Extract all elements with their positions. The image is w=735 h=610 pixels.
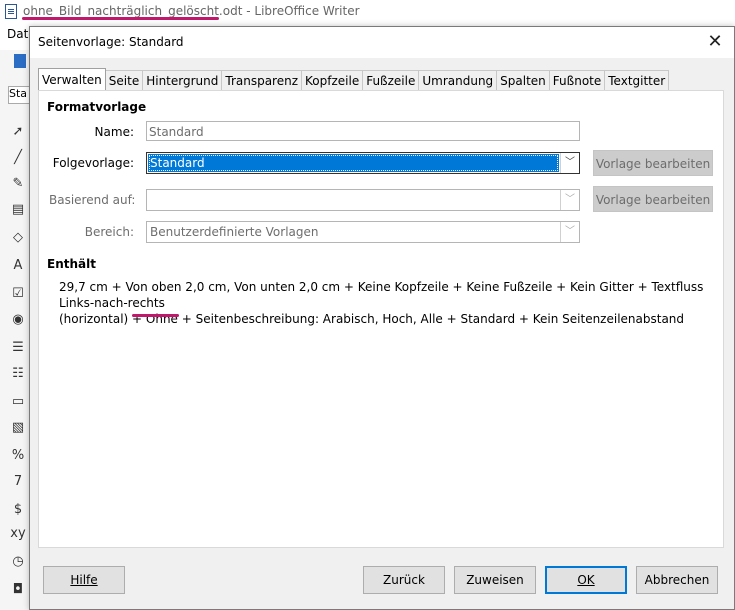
app-titlebar: ohne_Bild_nachträglich_gelöscht.odt - Li… bbox=[0, 0, 735, 24]
checkbox-icon[interactable]: ☑ bbox=[10, 286, 26, 302]
tab-kopfzeile[interactable]: Kopfzeile bbox=[302, 70, 364, 91]
verwalten-panel: Formatvorlage Name: Standard Folgevorlag… bbox=[38, 90, 724, 548]
app-title-suffix: - LibreOffice Writer bbox=[242, 4, 360, 18]
contains-line-1: 29,7 cm + Von oben 2,0 cm, Von unten 2,0… bbox=[59, 280, 704, 310]
time-icon[interactable]: ◷ bbox=[10, 554, 26, 570]
tab-spalten[interactable]: Spalten bbox=[497, 70, 550, 91]
tab-bar: Verwalten Seite Hintergrund Transparenz … bbox=[38, 68, 670, 91]
chevron-down-icon[interactable]: ﹀ bbox=[560, 222, 579, 242]
bereich-label: Bereich: bbox=[84, 225, 134, 239]
edit-style-button-2[interactable]: Vorlage bearbeiten bbox=[593, 186, 713, 212]
tab-seite[interactable]: Seite bbox=[105, 70, 144, 91]
pen-icon[interactable]: ✎ bbox=[10, 176, 26, 192]
help-button-label: Hilfe bbox=[70, 573, 98, 587]
bereich-value: Benutzerdefinierte Vorlagen bbox=[150, 225, 319, 239]
tag-icon[interactable]: ◇ bbox=[10, 230, 26, 246]
navigation-icon[interactable]: ◘ bbox=[10, 582, 26, 598]
basierend-label: Basierend auf: bbox=[49, 193, 136, 207]
close-icon[interactable]: ✕ bbox=[704, 31, 726, 53]
folgevorlage-select[interactable]: Standard ﹀ bbox=[146, 152, 580, 174]
text-field-icon[interactable]: A bbox=[10, 258, 26, 274]
back-button-label: Zurück bbox=[383, 573, 425, 587]
dialog-title: Seitenvorlage: Standard bbox=[38, 35, 184, 49]
tab-verwalten[interactable]: Verwalten bbox=[38, 68, 106, 91]
edit-style-button-1[interactable]: Vorlage bearbeiten bbox=[593, 150, 713, 176]
pointer-icon[interactable]: ➚ bbox=[10, 124, 26, 140]
paragraph-style-box[interactable]: Sta bbox=[8, 86, 30, 104]
percent-icon[interactable]: % bbox=[10, 448, 26, 464]
tab-fusszeile[interactable]: Fußzeile bbox=[363, 70, 420, 91]
tab-fussnote[interactable]: Fußnote bbox=[549, 70, 606, 91]
radio-icon[interactable]: ◉ bbox=[10, 312, 26, 328]
cancel-button-label: Abbrechen bbox=[644, 573, 710, 587]
date-icon[interactable]: 7 bbox=[10, 474, 26, 490]
app-title: ohne_Bild_nachträglich_gelöscht.odt - Li… bbox=[23, 4, 360, 18]
image-icon[interactable]: ▧ bbox=[10, 420, 26, 436]
ok-button[interactable]: OK bbox=[545, 566, 627, 594]
cancel-button[interactable]: Abbrechen bbox=[636, 566, 718, 594]
name-label: Name: bbox=[94, 125, 134, 139]
tab-textgitter[interactable]: Textgitter bbox=[605, 70, 670, 91]
dialog-titlebar: Seitenvorlage: Standard ✕ bbox=[30, 27, 734, 58]
combobox-icon[interactable]: ☷ bbox=[10, 366, 26, 382]
contains-text: 29,7 cm + Von oben 2,0 cm, Von unten 2,0… bbox=[59, 279, 719, 327]
folgevorlage-label: Folgevorlage: bbox=[52, 156, 134, 170]
pattern-icon[interactable]: xy bbox=[10, 526, 26, 542]
ohne-highlight-underline bbox=[132, 314, 179, 317]
line-icon[interactable]: ╱ bbox=[10, 150, 26, 166]
reset-button[interactable]: Zuweisen bbox=[454, 566, 536, 594]
help-button[interactable]: Hilfe bbox=[43, 566, 125, 594]
button-icon[interactable]: ▭ bbox=[10, 394, 26, 410]
tab-umrandung[interactable]: Umrandung bbox=[419, 70, 498, 91]
bereich-select[interactable]: Benutzerdefinierte Vorlagen ﹀ bbox=[146, 221, 580, 243]
chevron-down-icon[interactable]: ﹀ bbox=[560, 190, 579, 210]
page-style-dialog: Seitenvorlage: Standard ✕ Verwalten Seit… bbox=[29, 26, 735, 610]
filename-highlight-underline bbox=[22, 17, 219, 20]
name-input[interactable]: Standard bbox=[146, 121, 580, 141]
reset-button-label: Zuweisen bbox=[466, 573, 524, 587]
ok-button-label: OK bbox=[577, 573, 595, 587]
enthaelt-heading: Enthält bbox=[47, 257, 96, 271]
new-document-icon[interactable] bbox=[14, 54, 26, 68]
back-button[interactable]: Zurück bbox=[363, 566, 445, 594]
basierend-select[interactable]: ﹀ bbox=[146, 189, 580, 211]
currency-icon[interactable]: $ bbox=[10, 502, 26, 518]
left-toolbar: ➚ ╱ ✎ ▤ ◇ A ☑ ◉ ☰ ☷ ▭ ▧ % 7 $ xy ◷ ◘ bbox=[0, 50, 30, 610]
listbox-icon[interactable]: ☰ bbox=[10, 340, 26, 356]
formatvorlage-heading: Formatvorlage bbox=[47, 100, 147, 114]
folgevorlage-value: Standard bbox=[148, 154, 559, 172]
basierend-value bbox=[148, 191, 559, 209]
app-title-filename: ohne_Bild_nachträglich_gelöscht.odt bbox=[23, 4, 243, 18]
document-icon bbox=[5, 4, 17, 19]
textbox-icon[interactable]: ▤ bbox=[10, 202, 26, 218]
tab-transparenz[interactable]: Transparenz bbox=[222, 70, 303, 91]
tab-hintergrund[interactable]: Hintergrund bbox=[143, 70, 223, 91]
chevron-down-icon[interactable]: ﹀ bbox=[560, 153, 579, 173]
